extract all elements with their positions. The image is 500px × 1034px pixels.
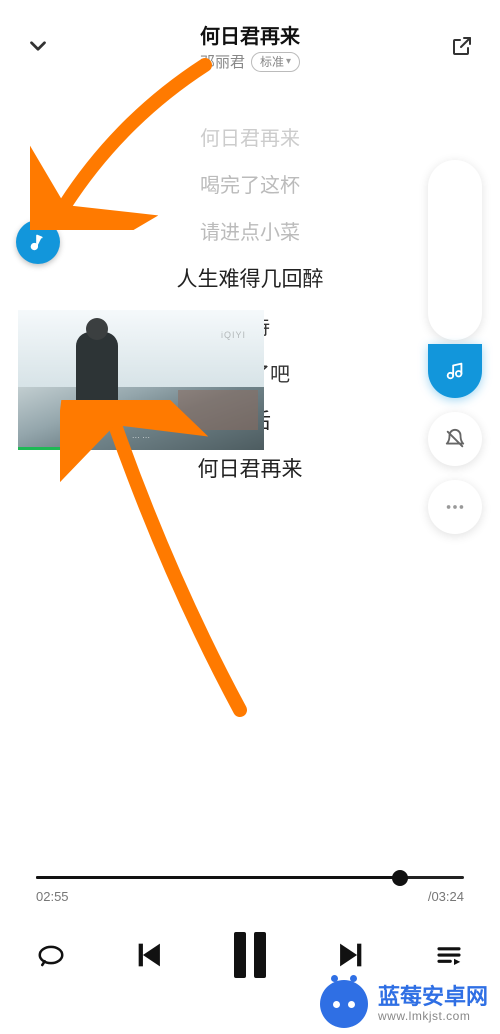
progress-fill — [36, 876, 400, 879]
playlist-button[interactable] — [434, 940, 464, 970]
skip-forward-icon — [333, 938, 367, 972]
mv-source-logo: iQIYI — [221, 330, 246, 340]
share-button[interactable] — [448, 32, 476, 60]
controls-row — [36, 932, 464, 978]
chevron-down-icon: ▾ — [286, 56, 291, 67]
mv-sky — [18, 310, 264, 387]
next-button[interactable] — [333, 938, 367, 972]
mv-person-head — [86, 318, 108, 340]
annotation-arrow — [30, 50, 220, 230]
mv-progress-bar — [18, 447, 62, 450]
quality-selector[interactable]: 标准 ▾ — [251, 52, 300, 72]
share-icon — [450, 34, 474, 58]
progress-knob[interactable] — [392, 870, 408, 886]
watermark-url: www.lmkjst.com — [378, 1010, 488, 1024]
dots-icon — [444, 496, 466, 518]
volume-slider[interactable] — [428, 160, 482, 340]
loop-icon — [36, 940, 66, 970]
music-note-icon — [27, 231, 49, 253]
lyrics-toggle-button[interactable] — [428, 344, 482, 398]
player-controls: 02:55 /03:24 — [0, 876, 500, 978]
notification-toggle[interactable] — [428, 412, 482, 466]
watermark-brand: 蓝莓安卓网 — [378, 984, 488, 1009]
current-time: 02:55 — [36, 889, 69, 904]
music-note-icon — [444, 360, 466, 382]
song-title: 何日君再来 — [52, 20, 448, 49]
previous-button[interactable] — [133, 938, 167, 972]
annotation-arrow — [60, 400, 260, 720]
bell-off-icon — [444, 428, 466, 450]
progress-slider[interactable] — [36, 876, 464, 879]
pause-icon — [234, 932, 246, 978]
loop-button[interactable] — [36, 940, 66, 970]
more-options-button[interactable] — [428, 480, 482, 534]
time-row: 02:55 /03:24 — [36, 889, 464, 904]
lyric-line: 人生难得几回醉 — [177, 263, 324, 293]
watermark-logo-icon — [320, 980, 368, 1028]
total-time: /03:24 — [428, 889, 464, 904]
quality-label: 标准 — [260, 53, 284, 70]
side-controls — [428, 160, 482, 534]
playlist-icon — [434, 940, 464, 970]
play-pause-button[interactable] — [234, 932, 266, 978]
skip-back-icon — [133, 938, 167, 972]
pause-icon — [254, 932, 266, 978]
watermark: 蓝莓安卓网 www.lmkjst.com — [314, 974, 500, 1034]
watermark-text: 蓝莓安卓网 www.lmkjst.com — [378, 984, 488, 1023]
